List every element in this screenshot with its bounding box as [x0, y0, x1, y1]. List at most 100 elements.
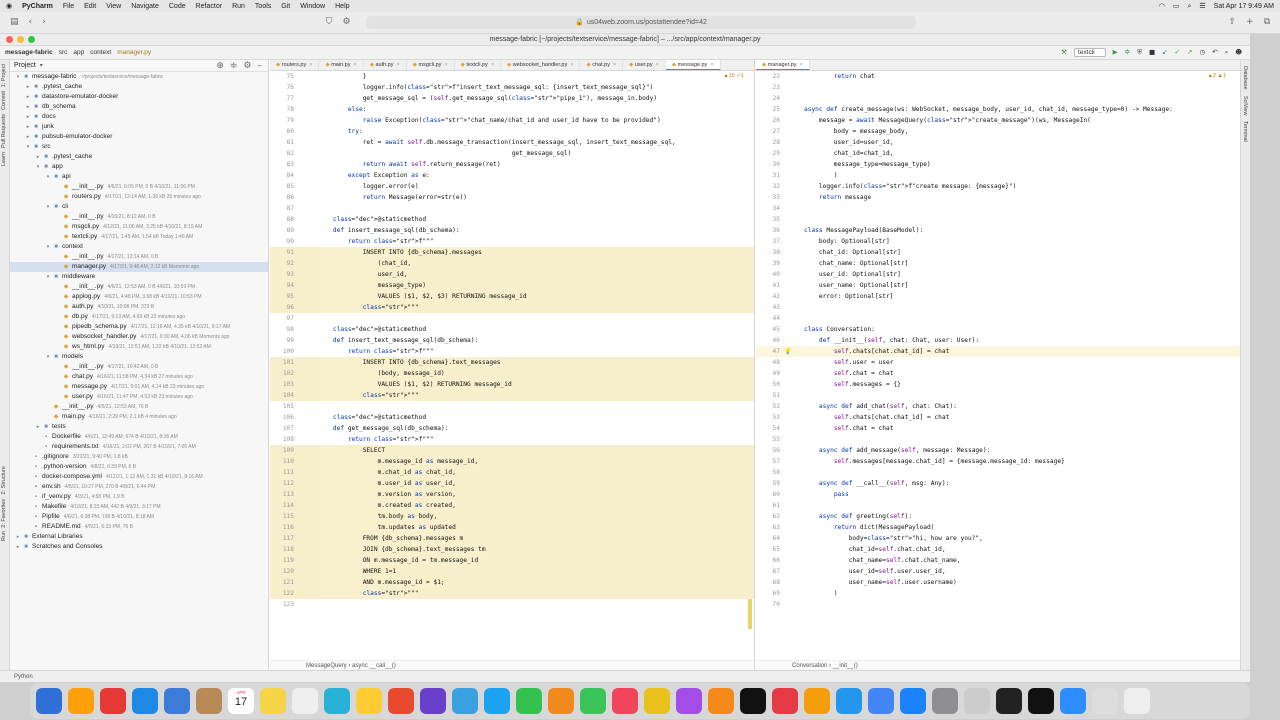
- menu-git[interactable]: Git: [281, 3, 290, 10]
- gutter[interactable]: [298, 82, 318, 93]
- editor-tab[interactable]: ◆ message.py ×: [665, 60, 721, 70]
- dock-app-icon[interactable]: [324, 688, 350, 714]
- code-line[interactable]: 117 FROM {db_schema}.messages m: [270, 533, 754, 544]
- editor-right-code[interactable]: ▲2 ▲1 22 return chat 23 24 25 async def crea…: [756, 71, 1240, 664]
- code-line[interactable]: 63 return dict(MessagePayload(: [756, 522, 1240, 533]
- code-line[interactable]: 41 user_name: Optional[str]: [756, 280, 1240, 291]
- gutter[interactable]: [298, 599, 318, 610]
- code-line[interactable]: 30 message_type=message_type): [756, 159, 1240, 170]
- tool-sciview[interactable]: SciView: [1242, 96, 1248, 115]
- close-tab-icon[interactable]: ×: [613, 62, 616, 68]
- gutter[interactable]: [784, 434, 804, 445]
- code-line[interactable]: 65 chat_id=self.chat.chat_id,: [756, 544, 1240, 555]
- gutter[interactable]: [298, 489, 318, 500]
- tree-item[interactable]: ◆ __init__.py 4/10/21, 8:12 AM, 0 B: [10, 212, 268, 222]
- gutter[interactable]: [784, 566, 804, 577]
- code-line[interactable]: 98 class="dec">@staticmethod: [270, 324, 754, 335]
- code-line[interactable]: 97: [270, 313, 754, 324]
- tree-item[interactable]: ▪ .gitignore 3/22/21, 9:40 PM, 1.8 kB: [10, 452, 268, 462]
- gutter[interactable]: [784, 478, 804, 489]
- code-line[interactable]: 56 async def add_message(self, message: …: [756, 445, 1240, 456]
- tabs-overview-icon[interactable]: ⧉: [1264, 18, 1270, 27]
- gutter[interactable]: [298, 357, 318, 368]
- tree-item[interactable]: ▸ ■ .pytest_cache: [10, 152, 268, 162]
- close-tab-icon[interactable]: ×: [397, 62, 400, 68]
- code-line[interactable]: 29 chat_id=chat_id,: [756, 148, 1240, 159]
- tree-item[interactable]: ◆ msgcli.py 4/12/21, 11:06 AM, 3.25 kB 4/1…: [10, 222, 268, 232]
- tree-item[interactable]: ◆ message.py 4/17/21, 9:01 AM, 4.14 kB 23 …: [10, 382, 268, 392]
- collapse-all-icon[interactable]: ≑: [230, 62, 238, 71]
- gutter[interactable]: [298, 522, 318, 533]
- gutter[interactable]: [298, 214, 318, 225]
- gutter[interactable]: [298, 577, 318, 588]
- gutter[interactable]: [784, 203, 804, 214]
- dock-app-icon[interactable]: [900, 688, 926, 714]
- nav-crumb-src[interactable]: src: [59, 49, 68, 56]
- history-icon[interactable]: ◷: [1199, 49, 1205, 56]
- tree-item[interactable]: ▾ ■ message-fabric ~/projects/textservice/m…: [10, 72, 268, 82]
- git-commit-icon[interactable]: ✓: [1175, 49, 1180, 56]
- code-line[interactable]: 46 def __init__(self, chat: Chat, user: …: [756, 335, 1240, 346]
- code-line[interactable]: 94 message_type): [270, 280, 754, 291]
- menu-file[interactable]: File: [63, 3, 74, 10]
- code-line[interactable]: 59 async def __call__(self, msg: Any):: [756, 478, 1240, 489]
- editor-tab[interactable]: ◆ textcli.py ×: [455, 60, 502, 70]
- gutter[interactable]: [298, 247, 318, 258]
- calendar-app-icon[interactable]: APR 17: [228, 688, 254, 714]
- gutter[interactable]: [298, 159, 318, 170]
- chevron-right-icon[interactable]: ▸: [14, 542, 22, 552]
- chevron-down-icon[interactable]: ▾: [44, 272, 52, 282]
- gutter[interactable]: [784, 181, 804, 192]
- apple-icon[interactable]: ◉: [6, 2, 12, 10]
- code-line[interactable]: 81 ret = await self.db.message_transacti…: [270, 137, 754, 148]
- gutter[interactable]: [298, 236, 318, 247]
- gutter[interactable]: [784, 115, 804, 126]
- menu-tools[interactable]: Tools: [255, 3, 271, 10]
- gutter[interactable]: [784, 302, 804, 313]
- gutter[interactable]: [298, 412, 318, 423]
- tree-item[interactable]: ▾ ■ src: [10, 142, 268, 152]
- gutter[interactable]: [298, 324, 318, 335]
- gutter[interactable]: [784, 390, 804, 401]
- gutter[interactable]: [298, 511, 318, 522]
- gutter[interactable]: [784, 533, 804, 544]
- code-line[interactable]: 110 m.message_id as message_id,: [270, 456, 754, 467]
- tree-item[interactable]: ◆ websocket_handler.py 4/17/21, 9:30 AM, 4…: [10, 332, 268, 342]
- tree-item[interactable]: ▪ if_venv.py 4/3/21, 4:58 PM, 1.9 B: [10, 492, 268, 502]
- code-line[interactable]: 92 (chat_id,: [270, 258, 754, 269]
- sidebar-toggle-icon[interactable]: ▤: [10, 18, 19, 27]
- code-line[interactable]: 111 m.chat_id as chat_id,: [270, 467, 754, 478]
- battery-icon[interactable]: ▭: [1173, 2, 1180, 10]
- run-config-select[interactable]: textcli: [1073, 48, 1106, 57]
- gutter[interactable]: [298, 126, 318, 137]
- gutter[interactable]: [298, 500, 318, 511]
- chevron-right-icon[interactable]: ▸: [24, 92, 32, 102]
- tree-item[interactable]: ▸ ■ db_schema: [10, 102, 268, 112]
- menu-help[interactable]: Help: [335, 3, 349, 10]
- nav-crumb-root[interactable]: message-fabric: [5, 49, 53, 56]
- code-line[interactable]: 102 (body, message_id): [270, 368, 754, 379]
- gutter[interactable]: [298, 588, 318, 599]
- dock-app-icon[interactable]: [452, 688, 478, 714]
- code-line[interactable]: 55: [756, 434, 1240, 445]
- dock-app-icon[interactable]: [1028, 688, 1054, 714]
- gutter[interactable]: [784, 445, 804, 456]
- tool-commit[interactable]: Commit: [1, 91, 7, 110]
- dock-app-icon[interactable]: [836, 688, 862, 714]
- code-line[interactable]: 31 ): [756, 170, 1240, 181]
- gutter[interactable]: [298, 368, 318, 379]
- code-line[interactable]: 101 INSERT INTO {db_schema}.text_message…: [270, 357, 754, 368]
- chevron-down-icon[interactable]: ▾: [40, 62, 43, 69]
- code-line[interactable]: 64 body=class="str">"hi, how are you?",: [756, 533, 1240, 544]
- gutter[interactable]: [784, 511, 804, 522]
- tree-item[interactable]: ◆ textcli.py 4/17/21, 1:45 AM, 1.54 kB Tod…: [10, 232, 268, 242]
- gutter[interactable]: [784, 82, 804, 93]
- gutter[interactable]: [298, 269, 318, 280]
- chevron-right-icon[interactable]: ▸: [24, 82, 32, 92]
- code-line[interactable]: 76 logger.info(class="str">f"insert_text…: [270, 82, 754, 93]
- nav-crumb-app[interactable]: app: [73, 49, 84, 56]
- code-line[interactable]: 122 class="str">""": [270, 588, 754, 599]
- dock-app-icon[interactable]: [196, 688, 222, 714]
- gutter[interactable]: [784, 599, 804, 610]
- dock-app-icon[interactable]: [804, 688, 830, 714]
